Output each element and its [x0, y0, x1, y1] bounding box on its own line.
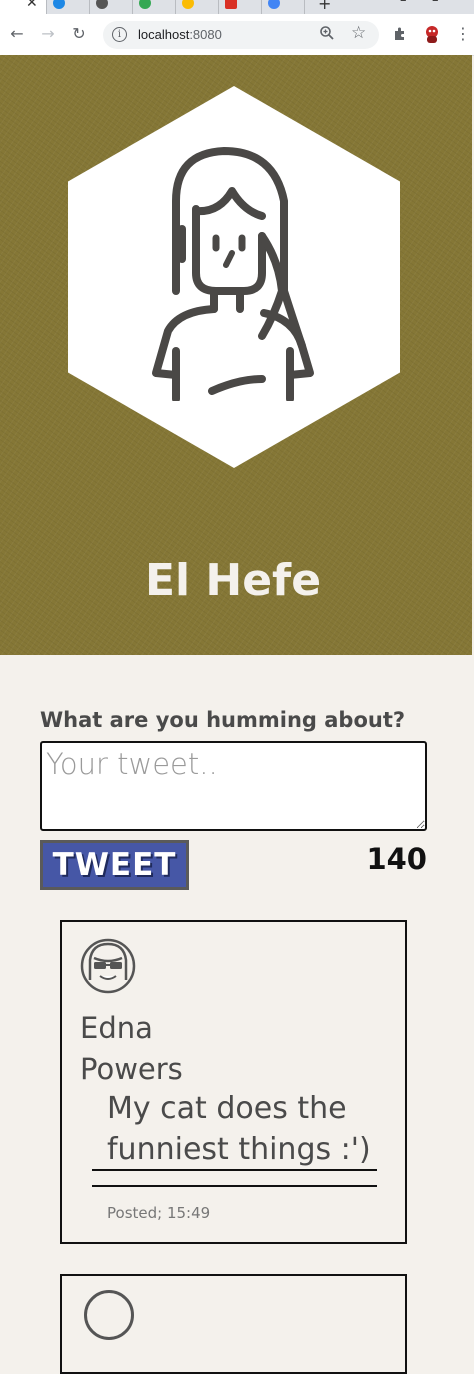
maximize-icon[interactable]: – — [432, 0, 439, 8]
tab-3[interactable] — [90, 0, 133, 14]
tab-favicon-icon — [96, 0, 108, 9]
profile-avatar — [68, 86, 400, 468]
divider — [92, 1169, 377, 1171]
tab-7[interactable] — [262, 0, 305, 14]
info-icon[interactable]: i — [112, 27, 127, 42]
profile-hero: El Hefe — [0, 55, 472, 655]
tweet-card: Edna Powers My cat does the funniest thi… — [60, 920, 407, 1244]
url-text: localhost:8080 — [138, 27, 222, 42]
browser-tab-strip: ✕ + – – — [0, 0, 474, 14]
tab-5[interactable] — [176, 0, 219, 14]
tab-favicon-icon — [139, 0, 151, 9]
profile-icon[interactable] — [421, 23, 443, 45]
tab-favicon-icon — [225, 0, 237, 9]
new-tab-button[interactable]: + — [318, 0, 331, 13]
tweet-timestamp: Posted; 15:49 — [107, 1204, 211, 1222]
back-arrow-icon[interactable]: ← — [6, 23, 28, 45]
tab-active[interactable]: ✕ — [0, 0, 47, 14]
tweet-text: My cat does the funniest things :') — [107, 1091, 371, 1167]
tab-4[interactable] — [133, 0, 176, 14]
tab-6[interactable] — [219, 0, 262, 14]
bookmark-star-icon[interactable]: ☆ — [351, 23, 366, 43]
minimize-icon[interactable]: – — [400, 0, 407, 8]
person-illustration-icon — [152, 147, 314, 401]
reload-icon[interactable]: ↻ — [68, 23, 90, 45]
tweet-author-name: Edna Powers — [80, 1011, 183, 1086]
address-bar[interactable]: i localhost:8080 ☆ — [103, 21, 379, 49]
compose-label: What are you humming about? — [40, 708, 406, 732]
tweet-button[interactable]: TWEET — [40, 840, 189, 890]
tab-favicon-icon — [182, 0, 194, 9]
browser-toolbar: ← → ↻ i localhost:8080 ☆ ⋮ — [0, 14, 474, 56]
url-port: :8080 — [189, 27, 222, 42]
kebab-menu-icon[interactable]: ⋮ — [452, 23, 474, 45]
puzzle-icon[interactable] — [389, 23, 411, 45]
profile-name: El Hefe — [144, 555, 322, 606]
tweet-card — [60, 1274, 407, 1374]
tweet-input[interactable] — [40, 741, 427, 831]
author-avatar-icon — [80, 938, 136, 994]
zoom-icon[interactable] — [319, 25, 335, 45]
tab-favicon-icon — [268, 0, 280, 9]
url-host: localhost — [138, 27, 190, 42]
character-counter: 140 — [366, 842, 427, 876]
tab-favicon-icon — [53, 0, 65, 9]
tab-close-icon[interactable]: ✕ — [26, 0, 38, 11]
divider — [92, 1185, 377, 1187]
tab-2[interactable] — [47, 0, 90, 14]
forward-arrow-icon[interactable]: → — [37, 23, 59, 45]
